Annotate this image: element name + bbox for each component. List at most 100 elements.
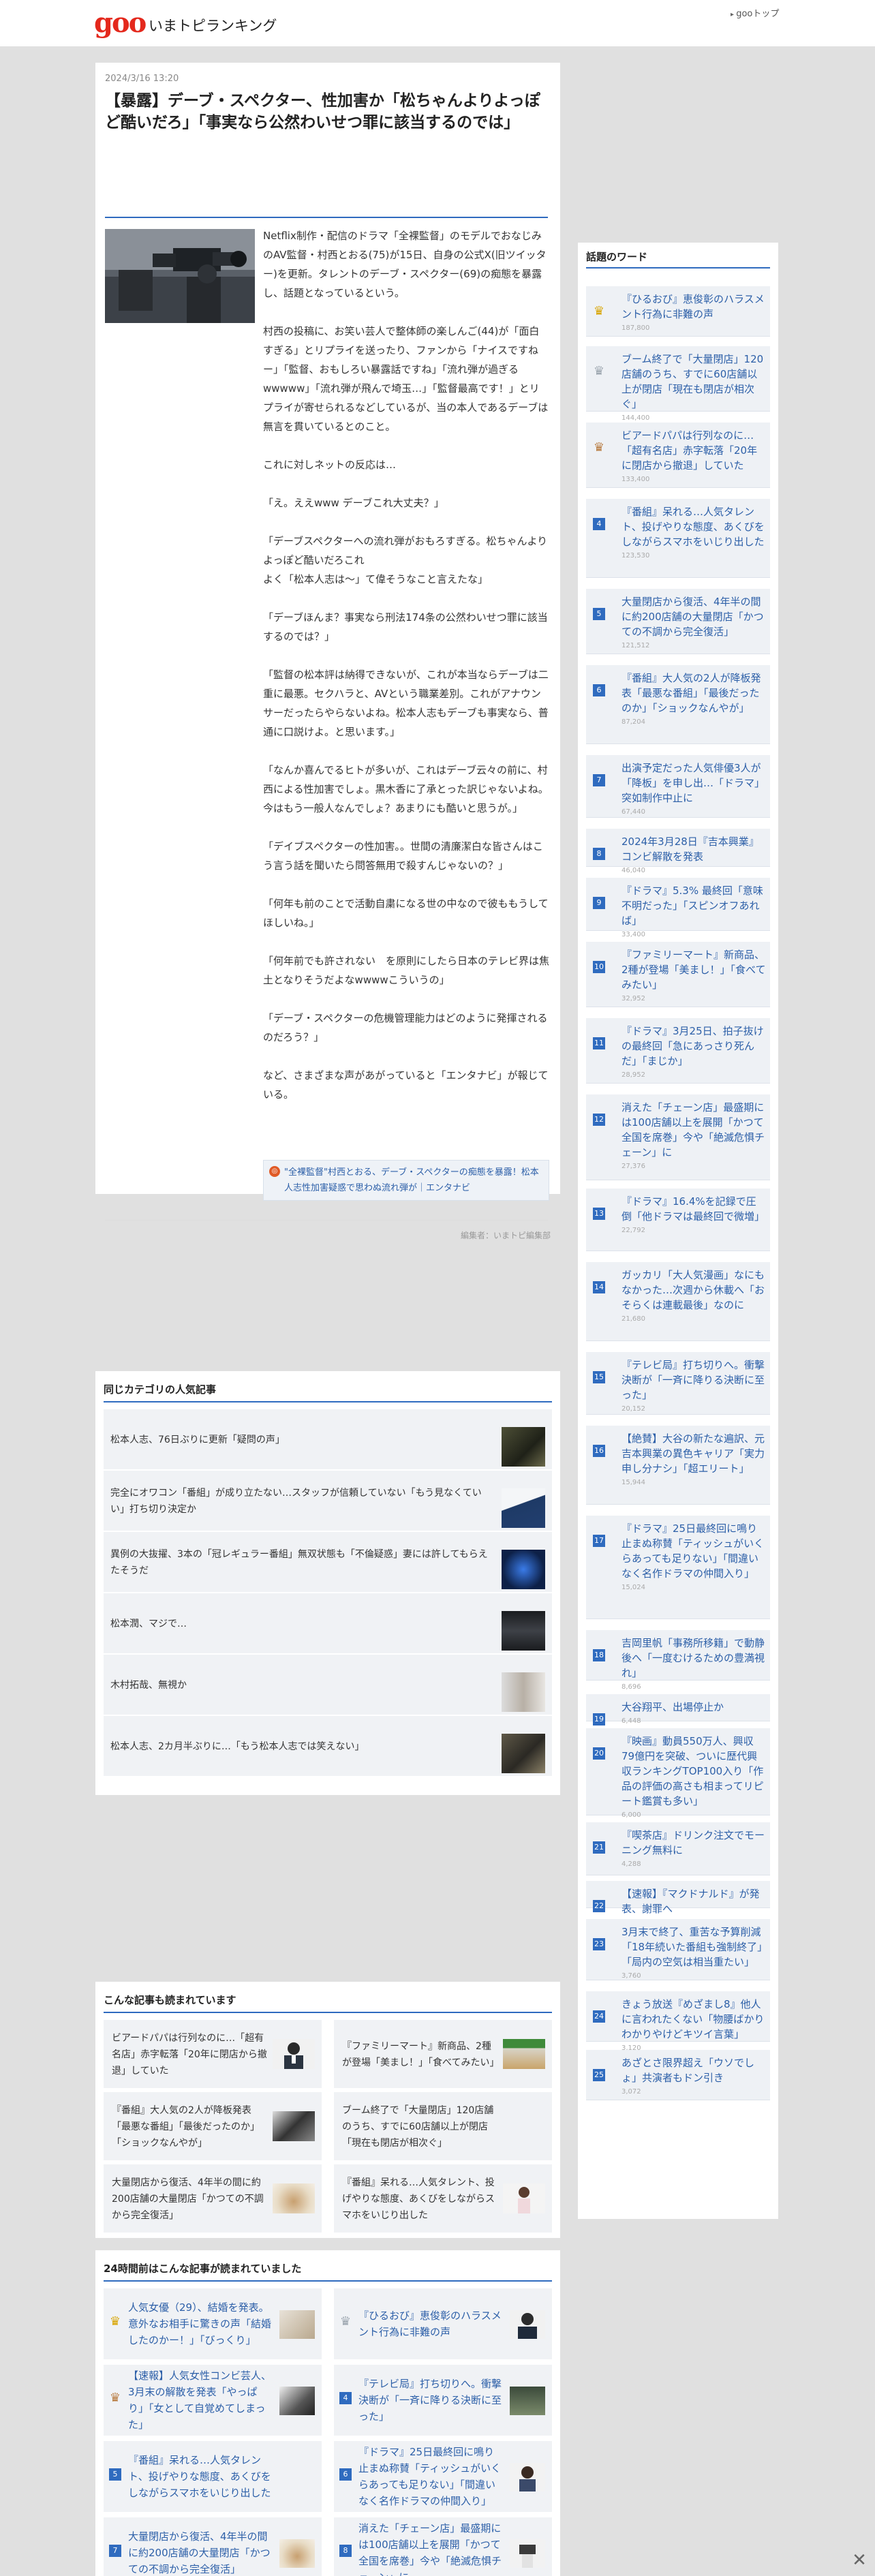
trending-word-item[interactable]: ♛ 『ひるおび』恵俊彰のハラスメント行為に非難の声 187,800 xyxy=(586,286,770,337)
article-date: 2024/3/16 13:20 xyxy=(105,74,179,84)
ranked-article-title: 【速報】人気女性コンビ芸人、3月末の解散を発表「やっぱり」「女として自覚めてしま… xyxy=(128,2370,272,2431)
list-item-thumbnail xyxy=(502,1550,545,1589)
trending-word-count: 187,800 xyxy=(621,324,650,332)
silver-crown-icon: ♛ xyxy=(593,364,605,378)
ranked-article-title: 人気女優（29）、結婚を発表。意外なお相手に驚きの声「結婚したのかー！」「びっく… xyxy=(128,2301,272,2346)
trending-word-item[interactable]: 6 『番組』大人気の2人が降板発表「最悪な番組」「最後だったのか」「ショックなんや… xyxy=(586,665,770,744)
goo-logo[interactable]: goo xyxy=(94,8,147,38)
list-item-title: 完全にオワコン「番組」が成り立たない…スタッフが信頼していない「もう見なくていい… xyxy=(110,1488,482,1515)
trending-word-item[interactable]: 13 『ドラマ』16.4%を記録で圧倒「他ドラマは最終回で微増」 22,792 xyxy=(586,1189,770,1251)
trending-word-item[interactable]: 5 大量閉店から復活、4年半の間に約200店舗の大量閉店「かつての不調から完全復活… xyxy=(586,589,770,654)
article-paragraph: 「デイブスペクターの性加害。。世間の清廉潔白な皆さんはこう言う話を聞いたら問答無… xyxy=(263,840,543,872)
trending-word-item[interactable]: ♛ ブーム終了で「大量閉店」120店舗のうち、すでに60店舗以上が閉店「現在も閉店… xyxy=(586,346,770,422)
trending-word-title: 消えた「チェーン店」最盛期には100店舗以上を展開「かつて全国を席巻」今や「絶滅… xyxy=(621,1101,765,1159)
trending-word-item[interactable]: 22【速報】『マクドナルド』が発表、謝罪へ4,112 xyxy=(586,1881,770,1927)
trending-word-item[interactable]: 4 『番組』呆れる…人気タレント、投げやりな態度、あくびをしながらスマホをいじり出… xyxy=(586,499,770,578)
rank-number: 7 xyxy=(109,2545,121,2557)
trending-word-title: 『ドラマ』25日最終回に鳴り止まぬ称賛「ティッシュがいくらあっても足りない」「間… xyxy=(621,1522,765,1580)
trending-word-item[interactable]: 7 出演予定だった人気俳優3人が「降板」を申し出…「ドラマ」突如制作中止に 67,4… xyxy=(586,755,770,818)
list-item-title: 木村拓哉、無視か xyxy=(110,1680,187,1691)
trending-word-title: 『ファミリーマート』新商品、2種が登場「美まし！」「食べてみたい」 xyxy=(621,949,766,991)
rank-number: 21 xyxy=(593,1841,605,1854)
ranked-article-link[interactable]: 7 大量閉店から復活、4年半の間に約200店舗の大量閉店「かつての不調から完全復… xyxy=(104,2517,322,2576)
source-link[interactable]: ◎ "全裸監督"村西とおる、デーブ・スペクターの痴態を暴露！松本人志性加害疑惑で… xyxy=(263,1160,549,1201)
close-icon[interactable]: ✕ xyxy=(850,2551,868,2569)
trending-word-item[interactable]: 21 『喫茶店』ドリンク注文でモーニング無料に 4,288 xyxy=(586,1822,770,1875)
article-body: Netflix制作・配信のドラマ「全裸監督」のモデルでおなじみのAV監督・村西と… xyxy=(263,226,549,1123)
section-divider xyxy=(104,2280,552,2282)
trending-word-count: 133,400 xyxy=(621,476,650,483)
rank-number: 24 xyxy=(593,2010,605,2023)
trending-word-item[interactable]: 25 あざとさ限界超え「ウソでしょ」共演者もドン引き 3,072 xyxy=(586,2050,770,2100)
ranked-article-link[interactable]: ♛ 『ひるおび』恵俊彰のハラスメント行為に非難の声 xyxy=(334,2288,552,2359)
rank-number: 5 xyxy=(109,2468,121,2481)
ranked-article-thumbnail xyxy=(510,2539,545,2568)
list-item[interactable]: 松本人志、2カ月半ぶりに…「もう松本人志では笑えない」 xyxy=(104,1716,552,1777)
trending-word-item[interactable]: 16 【絶賛】大谷の新たな遍訳、元吉本興業の異色キャリア「実力申し分ナシ」「超エリ… xyxy=(586,1426,770,1505)
also-read-section: こんな記事も読まれています ビアードパパは行列なのに…「超有名店」赤字転落「20… xyxy=(95,1982,560,2238)
rank-number: 17 xyxy=(593,1535,605,1547)
trending-word-item[interactable]: 12 消えた「チェーン店」最盛期には100店舗以上を展開「かつて全国を席巻」今や「… xyxy=(586,1094,770,1180)
ranked-article-title: 『ひるおび』恵俊彰のハラスメント行為に非難の声 xyxy=(358,2310,502,2338)
trending-word-title: ビアードパパは行列なのに…「超有名店」赤字転落「20年に閉店から撤退」していた xyxy=(621,429,758,472)
goo-top-link[interactable]: gooトップ xyxy=(731,6,779,19)
trending-word-item[interactable]: 10 『ファミリーマート』新商品、2種が登場「美まし！」「食べてみたい」 32,95… xyxy=(586,942,770,1007)
list-item[interactable]: 松本人志、76日ぶりに更新「疑問の声」 xyxy=(104,1409,552,1471)
trending-word-item[interactable]: 20 『映画』動員550万人、興収79億円を突破、ついに歴代興収ランキングTOP1… xyxy=(586,1728,770,1819)
source-link-text: "全裸監督"村西とおる、デーブ・スペクターの痴態を暴露！松本人志性加害疑惑で思わ… xyxy=(284,1167,539,1193)
article-card-link[interactable]: ビアードパパは行列なのに…「超有名店」赤字転落「20年に閉店から撤退」していた xyxy=(104,2020,322,2088)
trending-word-item[interactable]: 23 3月末で終了、重苦な予算削減「18年続いた番組も強制終了」「局内の空気は相当… xyxy=(586,1919,770,1980)
trending-word-item[interactable]: 8 2024年3月28日『吉本興業』コンビ解散を発表 46,040 xyxy=(586,829,770,874)
list-item-thumbnail xyxy=(502,1488,545,1528)
list-item-title: 松本潤、マジで… xyxy=(110,1619,187,1629)
ranked-article-link[interactable]: 8 消えた「チェーン店」最盛期には100店舗以上を展開「かつて全国を席巻」今や「… xyxy=(334,2517,552,2576)
trending-word-item[interactable]: 18 吉岡里帆「事務所移籍」で動静後へ「一度むけるための豊満視れ」 8,696 xyxy=(586,1630,770,1691)
trending-word-item[interactable]: ♛ ビアードパパは行列なのに…「超有名店」赤字転落「20年に閉店から撤退」していた… xyxy=(586,423,770,488)
trending-word-count: 3,760 xyxy=(621,1972,641,1980)
trending-word-item[interactable]: 14 ガッカリ「大人気漫画」なにもなかった…次週から休載へ「おそらくは連載最後」な… xyxy=(586,1262,770,1341)
list-item[interactable]: 完全にオワコン「番組」が成り立たない…スタッフが信頼していない「もう見なくていい… xyxy=(104,1471,552,1532)
ranked-article-link[interactable]: ♛ 人気女優（29）、結婚を発表。意外なお相手に驚きの声「結婚したのかー！」「び… xyxy=(104,2288,322,2359)
list-item[interactable]: 松本潤、マジで… xyxy=(104,1593,552,1655)
trending-word-item[interactable]: 15 『テレビ局』打ち切りへ。衝撃決断が「一斉に降りる決断に至った」 20,152 xyxy=(586,1352,770,1415)
ranked-article-link[interactable]: 5 『番組』呆れる…人気タレント、投げやりな態度、あくびをしながらスマホをいじり… xyxy=(104,2441,322,2512)
list-item[interactable]: 異例の大抜擢、3本の「冠レギュラー番組」無双状態も「不倫疑惑」妻には許してもらえ… xyxy=(104,1532,552,1593)
ranked-article-link[interactable]: 4 『テレビ局』打ち切りへ。衝撃決断が「一斉に降りる決断に至った」 xyxy=(334,2365,552,2436)
rank-number: 8 xyxy=(593,848,605,860)
trending-words-sidebar: 話題のワード ♛ 『ひるおび』恵俊彰のハラスメント行為に非難の声 187,800 ♛ ブ… xyxy=(578,243,778,2219)
article-card-title: ブーム終了で「大量閉店」120店舗のうち、すでに60店舗以上が閉店「現在も閉店が… xyxy=(342,2105,494,2149)
article-paragraph: 「え。ええwww デーブこれ大丈夫？」 xyxy=(263,497,444,509)
trending-word-item[interactable]: 17 『ドラマ』25日最終回に鳴り止まぬ称賛「ティッシュがいくらあっても足りない」… xyxy=(586,1516,770,1619)
rank-number: 15 xyxy=(593,1371,605,1383)
same-category-section: 同じカテゴリの人気記事 松本人志、76日ぶりに更新「疑問の声」 完全にオワコン「… xyxy=(95,1371,560,1795)
trending-word-item[interactable]: 9 『ドラマ』5.3% 最終回「意味不明だった」「スピンオフあれば」 33,400 xyxy=(586,878,770,938)
article-paragraph: Netflix制作・配信のドラマ「全裸監督」のモデルでおなじみのAV監督・村西と… xyxy=(263,230,547,299)
article-paragraph: 「デーブスペクターへの流れ弾がおもろすぎる。松ちゃんよりよっぽど酷いだろこれ よ… xyxy=(263,535,548,585)
article-card-link[interactable]: ブーム終了で「大量閉店」120店舗のうち、すでに60店舗以上が閉店「現在も閉店が… xyxy=(334,2092,552,2160)
rank-number: 18 xyxy=(593,1649,605,1661)
trending-word-item[interactable]: 24 きょう放送『めざまし8』他人に言われたくない「物腰ばかりわかりやけどキツイ言… xyxy=(586,1991,770,2052)
site-header: goo いまトピランキング gooトップ xyxy=(0,0,875,46)
list-item[interactable]: 木村拓哉、無視か xyxy=(104,1655,552,1716)
list-item-thumbnail xyxy=(502,1672,545,1712)
article-card-link[interactable]: 大量閉店から復活、4年半の間に約200店舗の大量閉店「かつての不調から完全復活」 xyxy=(104,2164,322,2233)
article-card-link[interactable]: 『番組』大人気の2人が降板発表「最悪な番組」「最後だったのか」「ショックなんやが… xyxy=(104,2092,322,2160)
article-card-link[interactable]: 『ファミリーマート』新商品、2種が登場「美まし！」「食べてみたい」 xyxy=(334,2020,552,2088)
article-paragraph: 「なんか喜んでるヒトが多いが、これはデーブ云々の前に、村西による性加害でしょ。黒… xyxy=(263,764,549,814)
site-name[interactable]: いまトピランキング xyxy=(149,15,277,35)
section-title: 24時間前はこんな記事が読まれていました xyxy=(104,2263,302,2275)
list-item-thumbnail xyxy=(502,1427,545,1467)
trending-word-title: 『番組』呆れる…人気タレント、投げやりな態度、あくびをしながらスマホをいじり出し… xyxy=(621,506,765,548)
trending-word-title: 2024年3月28日『吉本興業』コンビ解散を発表 xyxy=(621,835,759,863)
ranked-article-link[interactable]: ♛ 【速報】人気女性コンビ芸人、3月末の解散を発表「やっぱり」「女として自覚めて… xyxy=(104,2365,322,2436)
trending-word-item[interactable]: 19 大谷翔平、出場停止か 6,448 xyxy=(586,1694,770,1726)
trending-word-count: 32,952 xyxy=(621,995,645,1002)
source-icon: ◎ xyxy=(269,1166,280,1177)
ranked-article-link[interactable]: 6 『ドラマ』25日最終回に鳴り止まぬ称賛「ティッシュがいくらあっても足りない」… xyxy=(334,2441,552,2512)
trending-word-title: 『番組』大人気の2人が降板発表「最悪な番組」「最後だったのか」「ショックなんやが… xyxy=(621,672,761,714)
trending-word-item[interactable]: 11 『ドラマ』3月25日、拍子抜けの最終回「急にあっさり死んだ」「まじか」 28,… xyxy=(586,1018,770,1084)
trending-word-count: 27,376 xyxy=(621,1163,645,1170)
trending-word-count: 6,448 xyxy=(621,1717,641,1725)
rank-number: 6 xyxy=(339,2468,352,2481)
article-card-link[interactable]: 『番組』呆れる…人気タレント、投げやりな態度、あくびをしながらスマホをいじり出し… xyxy=(334,2164,552,2233)
